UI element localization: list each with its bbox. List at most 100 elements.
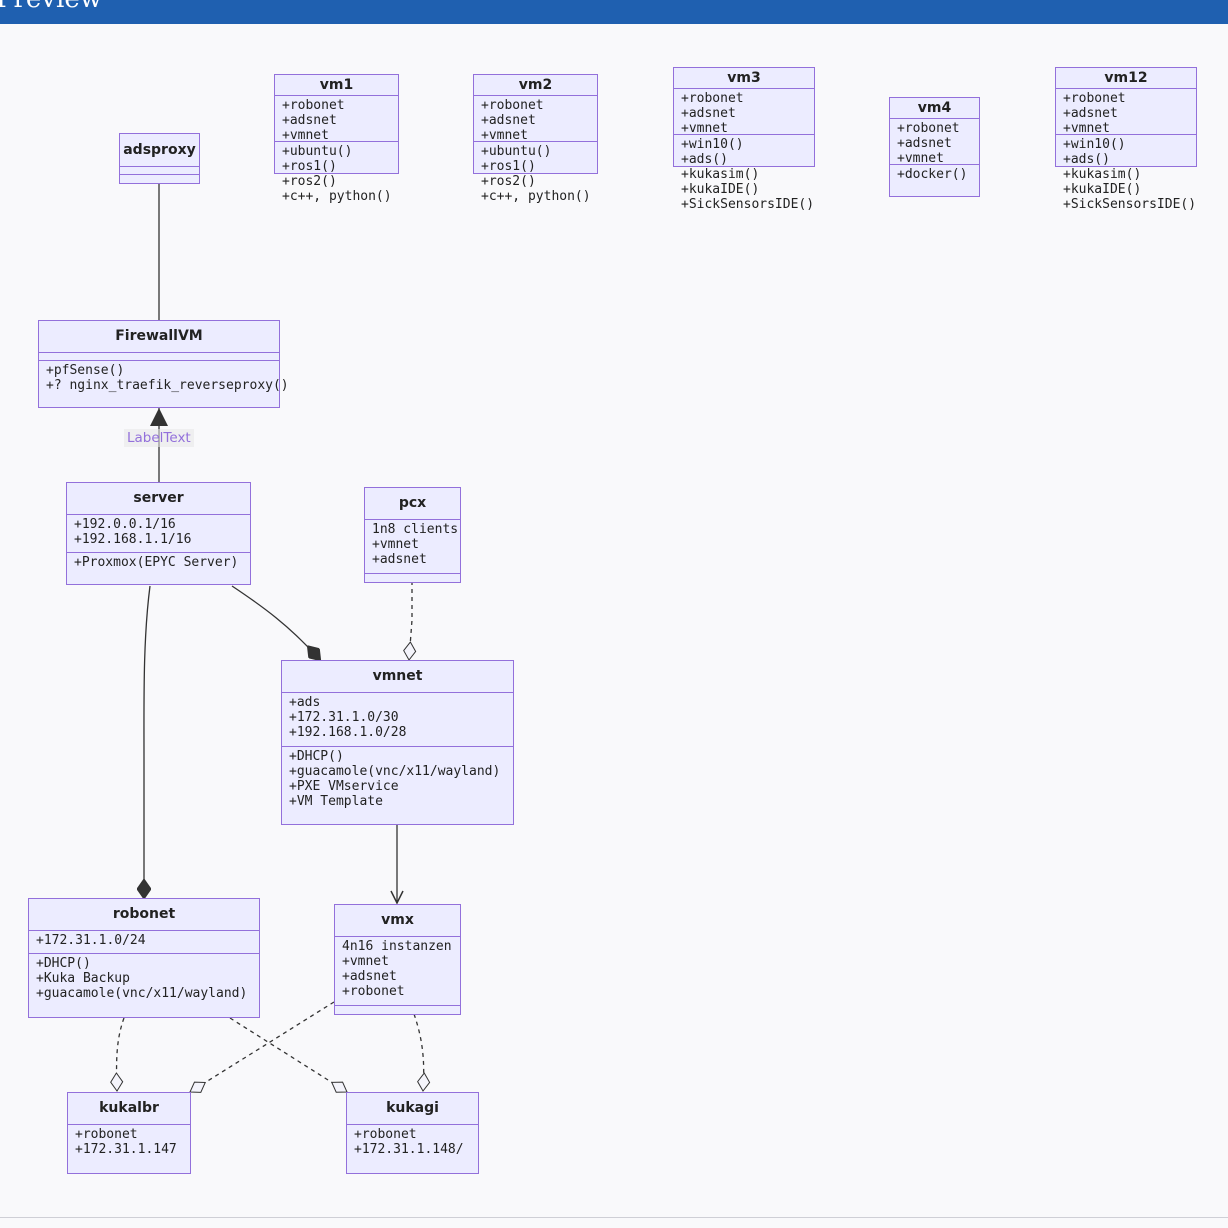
class-attributes-section: +robonet +172.31.1.147 — [68, 1125, 190, 1173]
class-attributes-section: +robonet +adsnet +vmnet — [890, 119, 979, 166]
class-vm2[interactable]: vm2 +robonet +adsnet +vmnet +ubuntu() +ros1()… — [473, 74, 598, 204]
class-method: +Kuka Backup — [36, 971, 130, 986]
class-methods-section — [335, 1006, 460, 1014]
class-attributes-section: 1n8 clients +vmnet +adsnet — [365, 520, 460, 574]
class-attribute: 1n8 clients — [372, 522, 459, 537]
bottom-divider — [0, 1217, 1228, 1218]
class-adsproxy[interactable]: adsproxy — [119, 133, 200, 184]
class-method: +guacamole(vnc/x11/wayland) — [36, 986, 248, 1001]
class-methods-section: +ubuntu() +ros1() +ros2() +c++, python() — [474, 142, 597, 204]
class-name: vmnet — [282, 661, 513, 693]
class-name: vm3 — [674, 68, 814, 89]
class-attribute: +adsnet — [681, 106, 736, 121]
class-attribute: +robonet — [1063, 91, 1126, 106]
class-vm12[interactable]: vm12 +robonet +adsnet +vmnet +win10() +ads() +… — [1055, 67, 1197, 212]
class-attribute: +172.31.1.0/24 — [36, 933, 146, 948]
class-attribute: +adsnet — [1063, 106, 1118, 121]
class-method: +ros2() — [481, 174, 536, 189]
class-attribute: +robonet — [681, 91, 744, 106]
edge-server-robonet — [144, 585, 150, 898]
class-method: +kukasim() — [681, 167, 760, 182]
class-robonet[interactable]: robonet +172.31.1.0/24 +DHCP() +Kuka Backup… — [28, 898, 260, 1018]
class-attribute: +adsnet — [342, 969, 397, 984]
class-method: +SickSensorsIDE() — [1063, 197, 1197, 212]
class-attribute: +192.0.0.1/16 — [74, 517, 176, 532]
class-method: +PXE VMservice — [289, 779, 399, 794]
class-firewallvm[interactable]: FirewallVM +pfSense() +? nginx_traefik_rev… — [38, 320, 289, 408]
class-methods-section: +pfSense() +? nginx_traefik_reverseproxy(… — [39, 361, 289, 407]
class-attributes-section: +robonet +adsnet +vmnet — [674, 89, 814, 136]
class-name: vm4 — [890, 98, 979, 119]
class-attribute: +vmnet — [481, 128, 528, 143]
class-vm1[interactable]: vm1 +robonet +adsnet +vmnet +ubuntu() +ros1()… — [274, 74, 399, 204]
class-attribute: +robonet — [897, 121, 960, 136]
class-method: +kukaIDE() — [1063, 182, 1142, 197]
class-methods-section: +DHCP() +Kuka Backup +guacamole(vnc/x11/wa… — [29, 954, 259, 1017]
class-attribute: +adsnet — [372, 552, 427, 567]
class-method: +c++, python() — [282, 189, 392, 204]
class-vmx[interactable]: vmx 4n16 instanzen +vmnet +adsnet +robonet — [334, 904, 461, 1015]
class-attributes-section: +robonet +adsnet +vmnet — [1056, 89, 1196, 136]
class-name: vmx — [335, 905, 460, 937]
class-vmnet[interactable]: vmnet +ads +172.31.1.0/30 +192.168.1.0/28 +D… — [281, 660, 514, 825]
class-attributes-section: +172.31.1.0/24 — [29, 931, 259, 954]
class-attribute: +vmnet — [282, 128, 329, 143]
class-attribute: +192.168.1.0/28 — [289, 725, 407, 740]
class-kukalbr[interactable]: kukalbr +robonet +172.31.1.147 — [67, 1092, 191, 1174]
class-method: +DHCP() — [36, 956, 91, 971]
class-name: FirewallVM — [39, 321, 279, 353]
class-attribute: 4n16 instanzen — [342, 939, 452, 954]
class-method: +ubuntu() — [481, 144, 552, 159]
class-methods-section: +Proxmox(EPYC Server) — [67, 553, 250, 584]
class-kukagi[interactable]: kukagi +robonet +172.31.1.148/ — [346, 1092, 479, 1174]
class-name: kukagi — [347, 1093, 478, 1125]
class-attribute: +ads — [289, 695, 321, 710]
class-method: +VM Template — [289, 794, 383, 809]
class-attribute: +adsnet — [481, 113, 536, 128]
class-methods-section — [120, 175, 199, 183]
class-attributes-section: +192.0.0.1/16 +192.168.1.1/16 — [67, 515, 250, 553]
class-method: +DHCP() — [289, 749, 344, 764]
class-attribute: +192.168.1.1/16 — [74, 532, 192, 547]
class-method: +ads() — [681, 152, 728, 167]
class-name: kukalbr — [68, 1093, 190, 1125]
class-pcx[interactable]: pcx 1n8 clients +vmnet +adsnet — [364, 487, 461, 583]
class-attribute: +robonet — [75, 1127, 138, 1142]
class-vm4[interactable]: vm4 +robonet +adsnet +vmnet +docker() — [889, 97, 980, 197]
class-attribute: +172.31.1.148/ — [354, 1142, 464, 1157]
edge-server-vmnet — [231, 585, 320, 660]
class-attributes-section: 4n16 instanzen +vmnet +adsnet +robonet — [335, 937, 460, 1006]
class-name: adsproxy — [120, 134, 199, 167]
class-method: +ros2() — [282, 174, 337, 189]
class-method: +SickSensorsIDE() — [681, 197, 815, 212]
class-method: +win10() — [1063, 137, 1126, 152]
class-name: pcx — [365, 488, 460, 520]
edge-vmx-kukagi — [413, 1013, 431, 1092]
class-methods-section: +DHCP() +guacamole(vnc/x11/wayland) +PXE V… — [282, 747, 513, 824]
class-attribute: +robonet — [354, 1127, 417, 1142]
class-attribute: +vmnet — [342, 954, 389, 969]
class-attribute: +vmnet — [1063, 121, 1110, 136]
class-method: +ros1() — [282, 159, 337, 174]
class-method: +Proxmox(EPYC Server) — [74, 555, 239, 570]
class-attribute: +172.31.1.0/30 — [289, 710, 399, 725]
class-method: +kukasim() — [1063, 167, 1142, 182]
class-name: server — [67, 483, 250, 515]
class-method: +kukaIDE() — [681, 182, 760, 197]
class-attributes-section: +robonet +adsnet +vmnet — [275, 96, 398, 143]
class-attribute: +robonet — [282, 98, 345, 113]
class-methods-section: +win10() +ads() +kukasim() +kukaIDE() +SickS… — [1056, 135, 1196, 212]
class-server[interactable]: server +192.0.0.1/16 +192.168.1.1/16 +Proxm… — [66, 482, 251, 585]
class-method: +docker() — [897, 167, 968, 182]
class-attributes-section — [120, 167, 199, 175]
class-vm3[interactable]: vm3 +robonet +adsnet +vmnet +win10() +ads() +k… — [673, 67, 815, 212]
class-attributes-section: +robonet +adsnet +vmnet — [474, 96, 597, 143]
class-attribute: +172.31.1.147 — [75, 1142, 177, 1157]
class-attribute: +vmnet — [897, 151, 944, 166]
class-method: +win10() — [681, 137, 744, 152]
edge-robonet-kukalbr — [110, 1017, 125, 1092]
class-method: +pfSense() — [46, 363, 125, 378]
edge-label-server-firewallvm: LabelText — [124, 429, 194, 447]
relationship-edges: vmx --> — [110, 180, 431, 1093]
class-methods-section — [365, 574, 460, 582]
